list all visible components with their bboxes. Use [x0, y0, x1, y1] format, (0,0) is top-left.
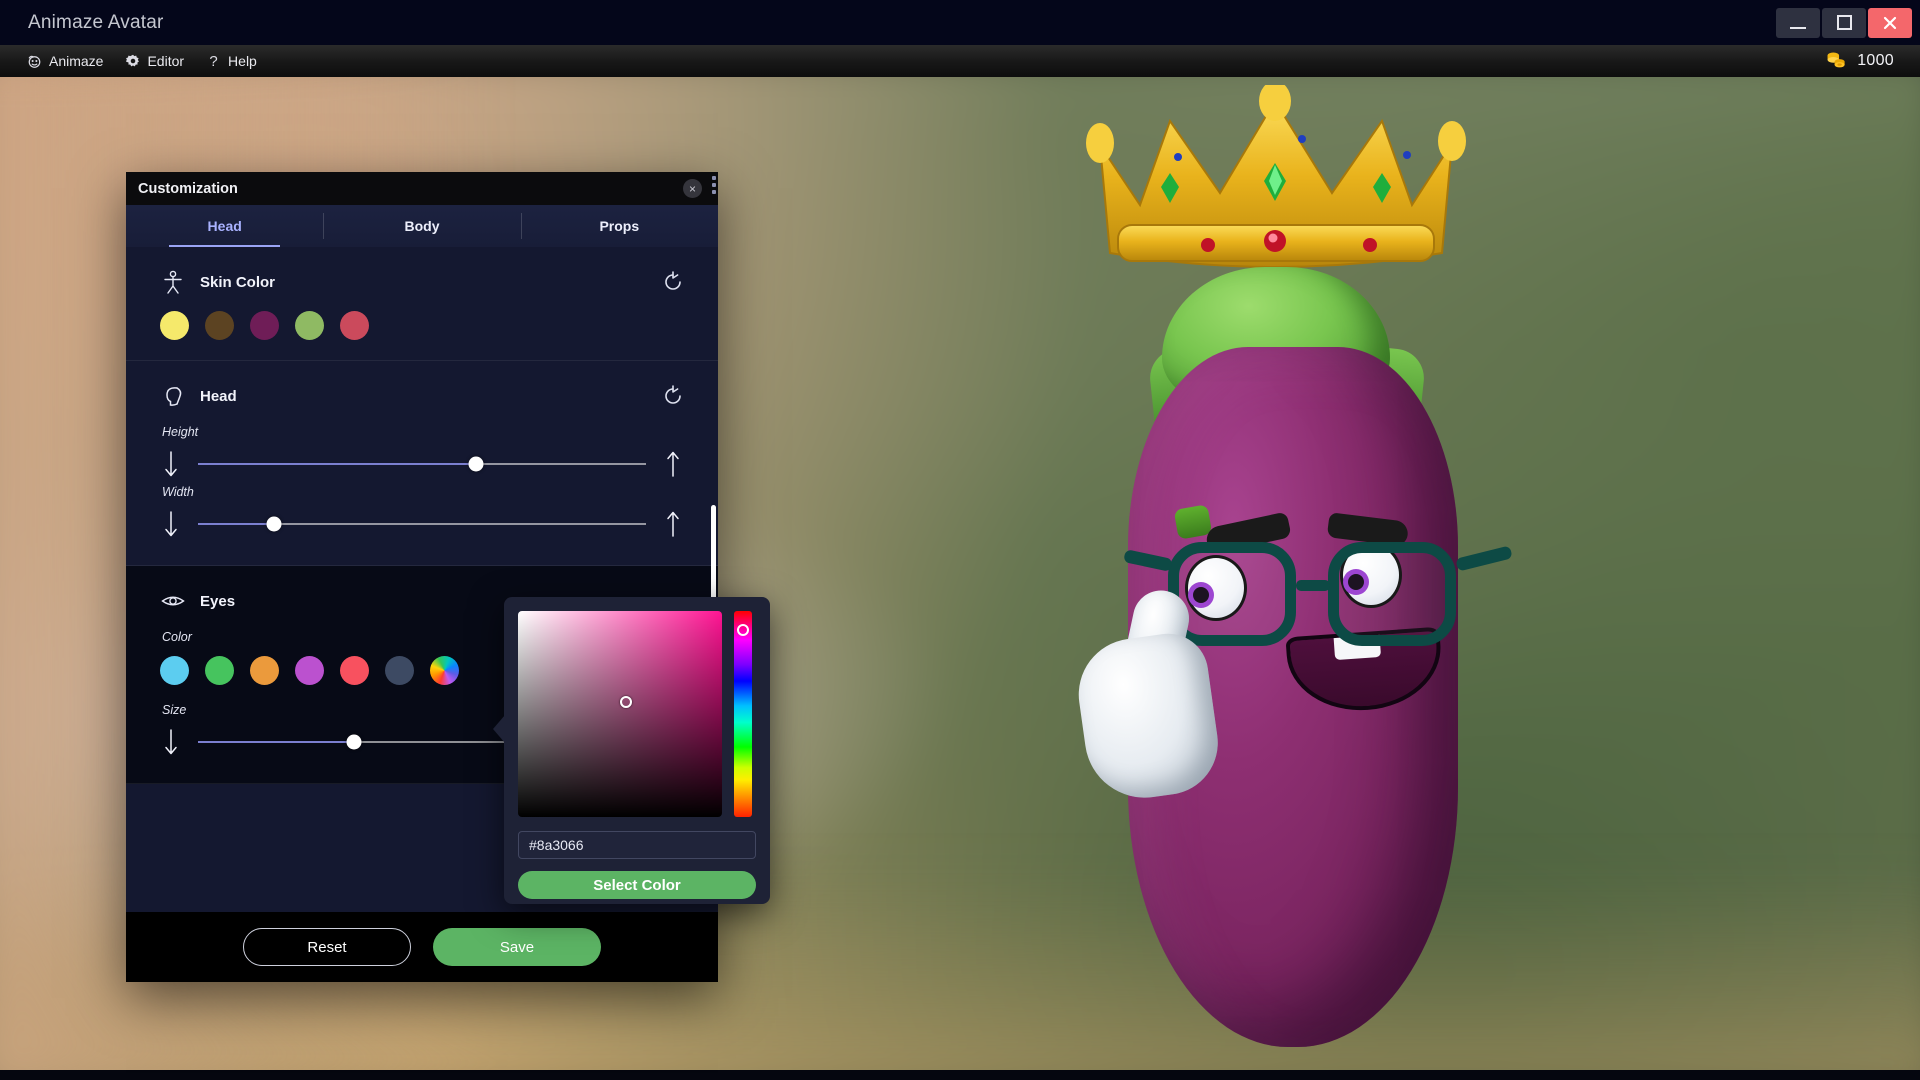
slider-fill-eye-size — [198, 741, 354, 743]
slider-knob-width[interactable] — [266, 516, 282, 532]
section-head: Head Height Width — [126, 361, 718, 566]
question-mark-icon: ? — [209, 52, 218, 70]
eye-swatch-orange[interactable] — [250, 656, 279, 685]
hue-slider-cursor[interactable] — [737, 623, 749, 636]
menu-item-help-label: Help — [228, 53, 257, 69]
skin-swatch-purple[interactable] — [250, 311, 279, 340]
color-picker-canvas-row — [518, 611, 756, 817]
hand-thumbs-up — [1071, 628, 1225, 806]
panel-close-icon[interactable]: × — [683, 179, 702, 198]
select-color-button[interactable]: Select Color — [518, 871, 756, 899]
slider-label-width: Width — [162, 485, 194, 499]
section-skin-color-header: Skin Color — [160, 269, 684, 295]
reset-arrow-icon-skin[interactable] — [662, 271, 684, 293]
slider-height[interactable] — [160, 451, 684, 477]
currency-display[interactable]: 1000 — [1825, 45, 1894, 77]
eye-icon — [160, 588, 186, 614]
hex-color-input[interactable] — [518, 831, 756, 859]
menu-item-help[interactable]: ? Help — [195, 45, 268, 77]
saturation-value-canvas[interactable] — [518, 611, 722, 817]
panel-footer: Reset Save — [126, 912, 718, 982]
glasses-lens-right — [1328, 542, 1456, 646]
arrow-up-icon-height — [662, 451, 684, 477]
eye-swatch-red[interactable] — [340, 656, 369, 685]
glasses-bridge — [1296, 580, 1330, 591]
eye-swatch-cyan[interactable] — [160, 656, 189, 685]
eye-swatch-custom-rainbow[interactable] — [430, 656, 459, 685]
section-skin-color: Skin Color — [126, 247, 718, 361]
color-picker-caret — [493, 715, 505, 743]
eggplant-king-avatar[interactable] — [1010, 77, 1570, 1070]
slider-track-height[interactable] — [198, 456, 646, 472]
eye-swatch-magenta[interactable] — [295, 656, 324, 685]
body-person-icon — [160, 269, 186, 295]
skin-swatch-yellow[interactable] — [160, 311, 189, 340]
section-head-header: Head — [160, 383, 684, 409]
section-skin-color-title: Skin Color — [200, 273, 276, 291]
section-eyes-title: Eyes — [200, 592, 236, 610]
slider-fill-width — [198, 523, 275, 525]
slider-fill-height — [198, 463, 476, 465]
reset-arrow-icon-head[interactable] — [662, 385, 684, 407]
color-picker-popup: Select Color — [493, 597, 770, 904]
animaze-app-window: Animaze Avatar Animaze Editor ? Help 100… — [0, 0, 1920, 1080]
maximize-icon[interactable] — [1822, 7, 1866, 38]
animaze-face-icon — [27, 54, 42, 69]
tab-head[interactable]: Head — [126, 205, 323, 247]
section-head-title: Head — [200, 387, 237, 405]
title-bar: Animaze Avatar — [0, 0, 1920, 45]
window-controls — [1776, 0, 1912, 45]
coins-amount: 1000 — [1857, 52, 1894, 69]
skin-swatch-brown[interactable] — [205, 311, 234, 340]
arrow-down-icon-height — [160, 451, 182, 477]
slider-label-height: Height — [162, 425, 199, 439]
glasses-prop — [1123, 532, 1513, 652]
window-title: Animaze Avatar — [28, 11, 164, 33]
crown-prop — [1070, 85, 1480, 285]
panel-title: Customization — [138, 180, 238, 197]
panel-header[interactable]: Customization × — [126, 172, 718, 205]
menu-item-editor[interactable]: Editor — [114, 45, 195, 77]
eye-swatch-slate[interactable] — [385, 656, 414, 685]
arrow-down-icon-width — [160, 511, 182, 537]
panel-drag-handle[interactable] — [712, 176, 716, 194]
save-button[interactable]: Save — [433, 928, 601, 966]
slider-knob-eye-size[interactable] — [346, 734, 362, 750]
reset-button[interactable]: Reset — [243, 928, 411, 966]
eye-swatch-green[interactable] — [205, 656, 234, 685]
menu-bar: Animaze Editor ? Help 1000 — [0, 45, 1920, 77]
skin-swatch-red[interactable] — [340, 311, 369, 340]
tab-body[interactable]: Body — [323, 205, 520, 247]
skin-color-swatches — [160, 311, 684, 340]
coins-icon — [1825, 50, 1847, 73]
menu-item-editor-label: Editor — [147, 53, 185, 69]
slider-knob-height[interactable] — [468, 456, 484, 472]
minimize-icon[interactable] — [1776, 7, 1820, 38]
glasses-lens-left — [1168, 542, 1296, 646]
menu-item-animaze-label: Animaze — [49, 53, 104, 69]
saturation-value-cursor[interactable] — [620, 695, 633, 708]
slider-track-width[interactable] — [198, 516, 646, 532]
gear-icon — [125, 54, 140, 69]
slider-width[interactable] — [160, 511, 684, 537]
menu-item-animaze[interactable]: Animaze — [16, 45, 114, 77]
head-outline-icon — [160, 383, 186, 409]
tab-props[interactable]: Props — [520, 205, 718, 247]
arrow-up-icon-width — [662, 511, 684, 537]
close-icon[interactable] — [1868, 7, 1912, 38]
panel-tabs: Head Body Props — [126, 205, 718, 247]
glasses-temple-right — [1455, 545, 1513, 572]
arrow-down-icon-eye-size — [160, 729, 182, 755]
skin-swatch-green[interactable] — [295, 311, 324, 340]
hue-slider[interactable] — [734, 611, 752, 817]
